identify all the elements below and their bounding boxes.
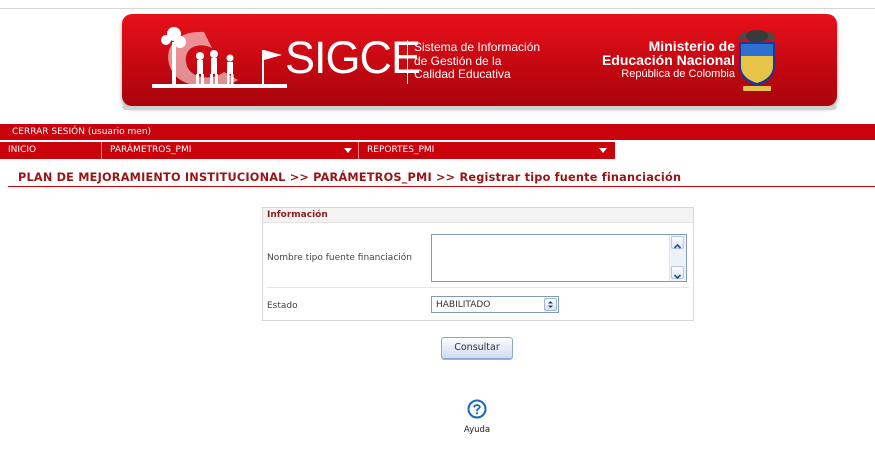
menu-item-parametros-pmi[interactable]: PARÁMETROS_PMI xyxy=(102,142,358,159)
breadcrumb: PLAN DE MEJORAMIENTO INSTITUCIONAL >> PA… xyxy=(18,171,682,184)
help-circle-icon[interactable] xyxy=(467,399,487,419)
scroll-up-button[interactable] xyxy=(671,236,684,249)
updown-arrows-icon xyxy=(548,301,553,308)
menu-item-label: PARÁMETROS_PMI xyxy=(110,145,192,155)
chevron-down-icon xyxy=(673,274,682,280)
scroll-down-button[interactable] xyxy=(671,266,684,280)
chevron-down-icon xyxy=(599,148,607,153)
chevron-up-icon xyxy=(673,243,682,249)
textarea-scrollbar[interactable] xyxy=(669,235,686,281)
status-select[interactable]: HABILITADO xyxy=(431,296,559,313)
menu-item-inicio[interactable]: INICIO xyxy=(0,142,101,159)
logo-divider xyxy=(407,40,408,84)
banner-shadow xyxy=(122,106,837,110)
subtitle-line: Calidad Educativa xyxy=(414,67,511,81)
ministry-line: Educación Nacional xyxy=(601,52,735,68)
subtitle-line: de Gestión de la xyxy=(414,53,502,68)
information-form: Información Nombre tipo fuente financiac… xyxy=(262,207,694,321)
breadcrumb-underline xyxy=(8,186,875,187)
ministry-line: Ministerio de xyxy=(648,38,735,54)
status-select-value: HABILITADO xyxy=(436,300,491,310)
name-field-label: Nombre tipo fuente financiación xyxy=(267,253,412,263)
logout-link[interactable]: CERRAR SESIÓN (usuario men) xyxy=(0,124,875,140)
ministry-name: Ministerio de Educación Nacional Repúbli… xyxy=(602,39,735,81)
coat-of-arms-icon xyxy=(737,30,777,91)
help-label: Ayuda xyxy=(463,425,491,435)
menu-item-reportes-pmi[interactable]: REPORTES_PMI xyxy=(359,142,615,159)
status-field-label: Estado xyxy=(267,301,298,311)
chevron-down-icon xyxy=(344,148,352,153)
republic-label: República de Colombia xyxy=(621,68,735,80)
form-section-title: Información xyxy=(263,208,693,223)
children-illustration-icon xyxy=(152,27,287,88)
header-banner: SIGCE Sistema de Información de Gestión … xyxy=(122,14,837,106)
top-divider xyxy=(0,8,875,9)
subtitle-line: Sistema de Información xyxy=(414,40,541,54)
sigce-logo-text: SIGCE xyxy=(285,32,421,83)
menu-item-label: REPORTES_PMI xyxy=(367,145,435,155)
help-link[interactable]: Ayuda xyxy=(457,399,497,435)
name-textarea[interactable] xyxy=(431,234,687,282)
main-menu: INICIO PARÁMETROS_PMI REPORTES_PMI xyxy=(0,142,615,159)
consultar-button[interactable]: Consultar xyxy=(441,337,513,359)
status-select-toggle[interactable] xyxy=(544,298,557,311)
menu-item-label: INICIO xyxy=(8,145,37,155)
system-subtitle: Sistema de Información de Gestión de la … xyxy=(414,40,541,82)
